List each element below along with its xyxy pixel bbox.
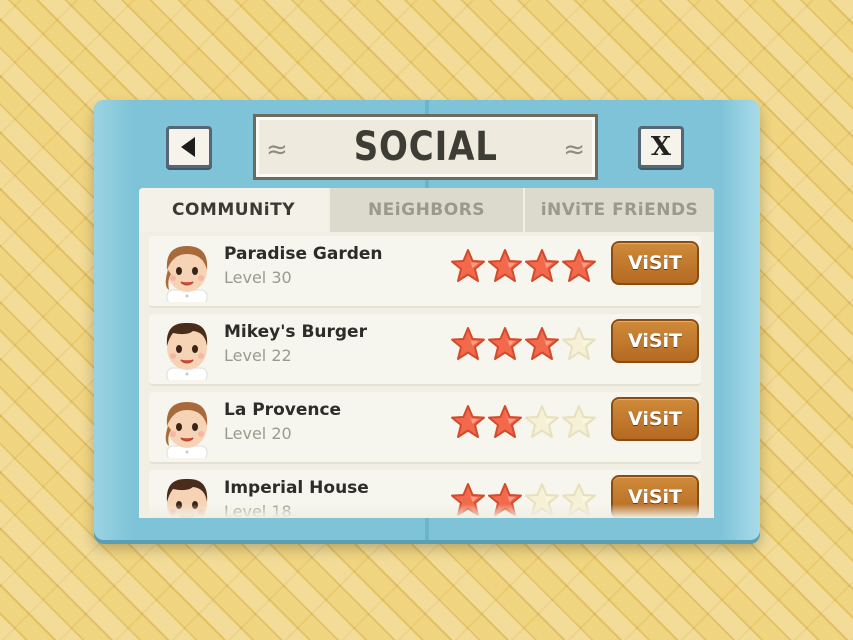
back-button[interactable] <box>166 126 212 168</box>
restaurant-row: Paradise Garden Level 30 ViSiT <box>149 236 701 308</box>
restaurant-level: Level 22 <box>224 346 292 365</box>
restaurant-name: Imperial House <box>224 478 369 498</box>
star-filled-icon <box>524 248 560 288</box>
restaurant-level: Level 20 <box>224 424 292 443</box>
visit-button[interactable]: ViSiT <box>611 241 699 285</box>
list-fade <box>139 504 714 518</box>
restaurant-name: La Provence <box>224 400 342 420</box>
panel-edge-right <box>720 100 760 540</box>
restaurant-level: Level 30 <box>224 268 292 287</box>
star-filled-icon <box>487 326 523 366</box>
star-filled-icon <box>561 248 597 288</box>
tab-invite-friends[interactable]: iNViTE FRiENDS <box>523 188 714 232</box>
social-content: COMMUNiTY NEiGHBORS iNViTE FRiENDS Parad… <box>139 188 714 518</box>
restaurant-name: Paradise Garden <box>224 244 383 264</box>
tab-bar: COMMUNiTY NEiGHBORS iNViTE FRiENDS <box>139 188 714 232</box>
star-rating <box>450 248 597 288</box>
star-filled-icon <box>450 404 486 444</box>
restaurant-name: Mikey's Burger <box>224 322 367 342</box>
title-plate: ≈ SOCIAL ≈ <box>253 114 598 180</box>
star-empty-icon <box>524 404 560 444</box>
close-button[interactable]: X <box>638 126 684 168</box>
star-filled-icon <box>487 404 523 444</box>
star-rating <box>450 326 597 366</box>
star-filled-icon <box>524 326 560 366</box>
star-filled-icon <box>450 326 486 366</box>
female-chef-avatar <box>159 396 215 461</box>
male-chef-avatar <box>159 318 215 383</box>
star-filled-icon <box>450 248 486 288</box>
mustache-swirl-icon: ≈ <box>266 135 288 165</box>
star-empty-icon <box>561 404 597 444</box>
panel-edge-left <box>94 100 134 540</box>
tab-neighbors[interactable]: NEiGHBORS <box>328 188 523 232</box>
star-filled-icon <box>487 248 523 288</box>
visit-button[interactable]: ViSiT <box>611 397 699 441</box>
visit-button[interactable]: ViSiT <box>611 319 699 363</box>
close-icon: X <box>650 132 672 162</box>
star-rating <box>450 404 597 444</box>
back-arrow-icon <box>181 137 195 157</box>
tab-community[interactable]: COMMUNiTY <box>139 188 328 232</box>
restaurant-row: Mikey's Burger Level 22 ViSiT <box>149 314 701 386</box>
female-chef-avatar <box>159 240 215 305</box>
restaurant-row: La Provence Level 20 ViSiT <box>149 392 701 464</box>
mustache-swirl-icon: ≈ <box>563 135 585 165</box>
page-title: SOCIAL <box>353 124 498 170</box>
star-empty-icon <box>561 326 597 366</box>
